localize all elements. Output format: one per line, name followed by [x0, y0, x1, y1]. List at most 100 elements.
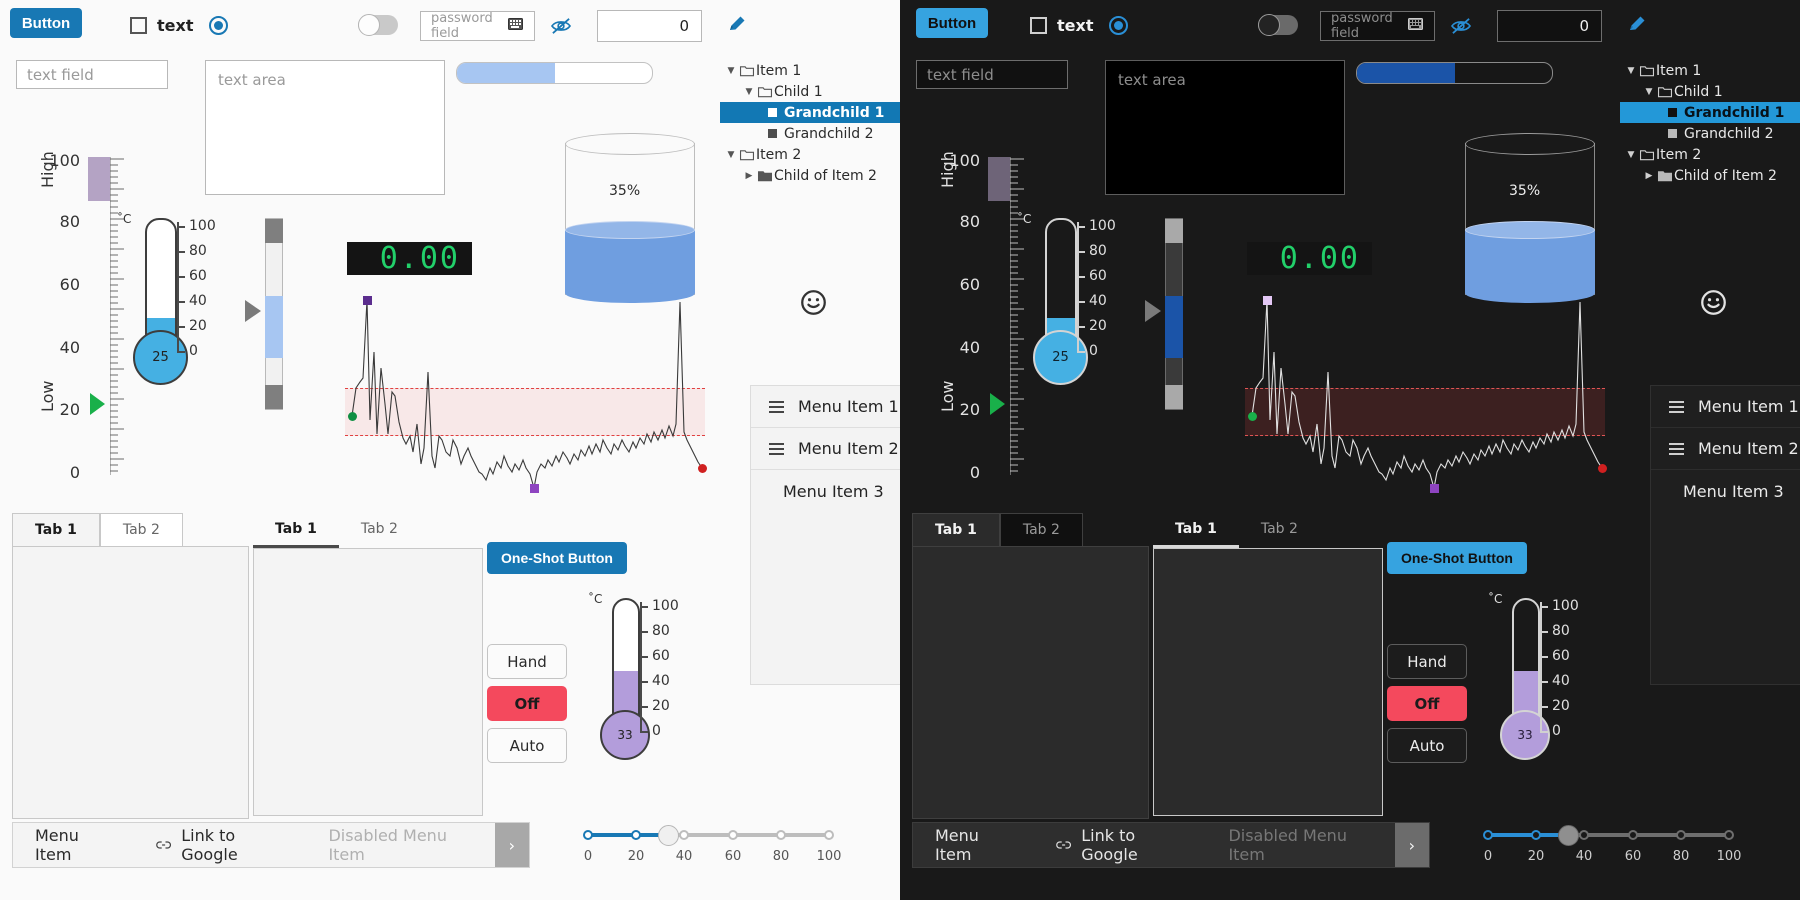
tab-strip[interactable]: Tab 1 Tab 2 — [253, 513, 483, 548]
text-field[interactable]: text field — [16, 60, 168, 89]
checkbox-text[interactable]: text — [130, 16, 193, 35]
tab-1[interactable]: Tab 1 — [12, 513, 100, 546]
slider-tick-dot[interactable] — [631, 830, 641, 840]
chevron-down-icon[interactable]: ▼ — [742, 87, 756, 97]
toggle-knob[interactable] — [1258, 14, 1280, 36]
tree-row-grandchild-2[interactable]: Grandchild 2 — [1620, 123, 1800, 144]
tree-view[interactable]: ▼ Item 1 ▼ Child 1 Grandchild 1 Grandchi… — [720, 60, 900, 186]
tab-strip[interactable]: Tab 1 Tab 2 — [912, 513, 1149, 546]
chevron-down-icon[interactable]: ▼ — [1624, 66, 1638, 76]
eye-off-icon[interactable] — [550, 17, 572, 35]
list-item[interactable]: Menu Item 2 — [751, 428, 900, 470]
mode-button-hand[interactable]: Hand — [487, 644, 567, 679]
tab-1[interactable]: Tab 1 — [253, 513, 339, 548]
tab-strip[interactable]: Tab 1 Tab 2 — [1153, 513, 1383, 548]
smiley-face-icon[interactable] — [800, 289, 827, 316]
list-item[interactable]: Menu Item 2 — [1651, 428, 1800, 470]
slider-knob[interactable] — [658, 825, 679, 846]
tab-1[interactable]: Tab 1 — [1153, 513, 1239, 548]
chevron-down-icon[interactable]: ▼ — [724, 150, 738, 160]
checkbox-box-icon[interactable] — [130, 17, 147, 34]
slider-tick-dot[interactable] — [824, 830, 834, 840]
menubar-item-link-to-google[interactable]: Link to Google — [1034, 826, 1206, 864]
tab-2[interactable]: Tab 2 — [339, 513, 420, 548]
vertical-range-slider[interactable] — [1165, 218, 1183, 410]
chevron-right-icon[interactable]: ▶ — [1642, 171, 1656, 181]
chevron-down-icon[interactable]: ▼ — [724, 66, 738, 76]
slider-tick-dot[interactable] — [1724, 830, 1734, 840]
keyboard-icon[interactable] — [1408, 18, 1426, 33]
menubar-item-menu-item[interactable]: Menu Item — [913, 826, 1034, 864]
pencil-icon[interactable] — [727, 14, 747, 34]
menubar-item-link-to-google[interactable]: Link to Google — [134, 826, 306, 864]
slider-tick-dot[interactable] — [1676, 830, 1686, 840]
chevron-right-icon[interactable]: › — [1394, 823, 1429, 867]
menu-list[interactable]: Menu Item 1 Menu Item 2 Menu Item 3 — [750, 385, 900, 685]
radio-button[interactable] — [1109, 16, 1128, 35]
slider-tick-dot[interactable] — [679, 830, 689, 840]
tree-row-child-1[interactable]: ▼ Child 1 — [1620, 81, 1800, 102]
menubar-item-menu-item[interactable]: Menu Item — [13, 826, 134, 864]
one-shot-button[interactable]: One-Shot Button — [487, 542, 627, 574]
mode-button-hand[interactable]: Hand — [1387, 644, 1467, 679]
tab-2[interactable]: Tab 2 — [1239, 513, 1320, 548]
slider-tick-dot[interactable] — [1483, 830, 1493, 840]
slider-tick-dot[interactable] — [776, 830, 786, 840]
tab-1[interactable]: Tab 1 — [912, 513, 1000, 546]
toggle-knob[interactable] — [358, 14, 380, 36]
checkbox-box-icon[interactable] — [1030, 17, 1047, 34]
slider-handle-top[interactable] — [1165, 219, 1183, 243]
tab-2[interactable]: Tab 2 — [99, 513, 183, 546]
text-field[interactable]: text field — [916, 60, 1068, 89]
toggle-switch[interactable] — [358, 14, 398, 36]
tree-row-item-1[interactable]: ▼ Item 1 — [1620, 60, 1800, 81]
mode-button-off[interactable]: Off — [487, 686, 567, 721]
spinbox-number-field[interactable]: 0 — [1497, 10, 1602, 42]
tree-row-child-1[interactable]: ▼ Child 1 — [720, 81, 900, 102]
keyboard-icon[interactable] — [508, 18, 526, 33]
tree-row-item-1[interactable]: ▼ Item 1 — [720, 60, 900, 81]
one-shot-button[interactable]: One-Shot Button — [1387, 542, 1527, 574]
slider-tick-dot[interactable] — [1531, 830, 1541, 840]
tree-row-child-of-item-2[interactable]: ▶ Child of Item 2 — [1620, 165, 1800, 186]
horizontal-tick-slider[interactable]: 0 20 40 60 80 100 — [1483, 825, 1741, 865]
slider-handle-bottom[interactable] — [265, 385, 283, 409]
list-item[interactable]: Menu Item 1 — [751, 386, 900, 428]
tree-row-item-2[interactable]: ▼ Item 2 — [1620, 144, 1800, 165]
eye-off-icon[interactable] — [1450, 17, 1472, 35]
menu-list[interactable]: Menu Item 1 Menu Item 2 Menu Item 3 — [1650, 385, 1800, 685]
bottom-menu-bar[interactable]: Menu Item Link to Google Disabled Menu I… — [12, 822, 530, 868]
tree-row-item-2[interactable]: ▼ Item 2 — [720, 144, 900, 165]
tab-widget-document[interactable]: Tab 1 Tab 2 — [253, 513, 483, 816]
list-item[interactable]: Menu Item 3 — [751, 470, 900, 512]
tree-view[interactable]: ▼ Item 1 ▼ Child 1 Grandchild 1 Grandchi… — [1620, 60, 1800, 186]
list-item[interactable]: Menu Item 3 — [1651, 470, 1800, 512]
slider-handle-bottom[interactable] — [1165, 385, 1183, 409]
tree-row-grandchild-1[interactable]: Grandchild 1 — [1620, 102, 1800, 123]
tree-row-grandchild-2[interactable]: Grandchild 2 — [720, 123, 900, 144]
mode-button-off[interactable]: Off — [1387, 686, 1467, 721]
text-area[interactable]: text area — [205, 60, 445, 195]
list-item[interactable]: Menu Item 1 — [1651, 386, 1800, 428]
tab-widget-left[interactable]: Tab 1 Tab 2 — [12, 513, 249, 819]
slider-tick-dot[interactable] — [1579, 830, 1589, 840]
tab-widget-left[interactable]: Tab 1 Tab 2 — [912, 513, 1149, 819]
slider-tick-dot[interactable] — [1628, 830, 1638, 840]
text-area[interactable]: text area — [1105, 60, 1345, 195]
button-primary[interactable]: Button — [10, 8, 82, 38]
bottom-menu-bar[interactable]: Menu Item Link to Google Disabled Menu I… — [912, 822, 1430, 868]
spinbox-number-field[interactable]: 0 — [597, 10, 702, 42]
button-primary[interactable]: Button — [916, 8, 988, 38]
slider-handle-top[interactable] — [265, 219, 283, 243]
tab-2[interactable]: Tab 2 — [999, 513, 1083, 546]
pencil-icon[interactable] — [1627, 14, 1647, 34]
toggle-switch[interactable] — [1258, 14, 1298, 36]
chevron-down-icon[interactable]: ▼ — [1624, 150, 1638, 160]
radio-button[interactable] — [209, 16, 228, 35]
mode-button-auto[interactable]: Auto — [1387, 728, 1467, 763]
slider-tick-dot[interactable] — [583, 830, 593, 840]
checkbox-text[interactable]: text — [1030, 16, 1093, 35]
smiley-face-icon[interactable] — [1700, 289, 1727, 316]
vertical-range-slider[interactable] — [265, 218, 283, 410]
mode-button-auto[interactable]: Auto — [487, 728, 567, 763]
